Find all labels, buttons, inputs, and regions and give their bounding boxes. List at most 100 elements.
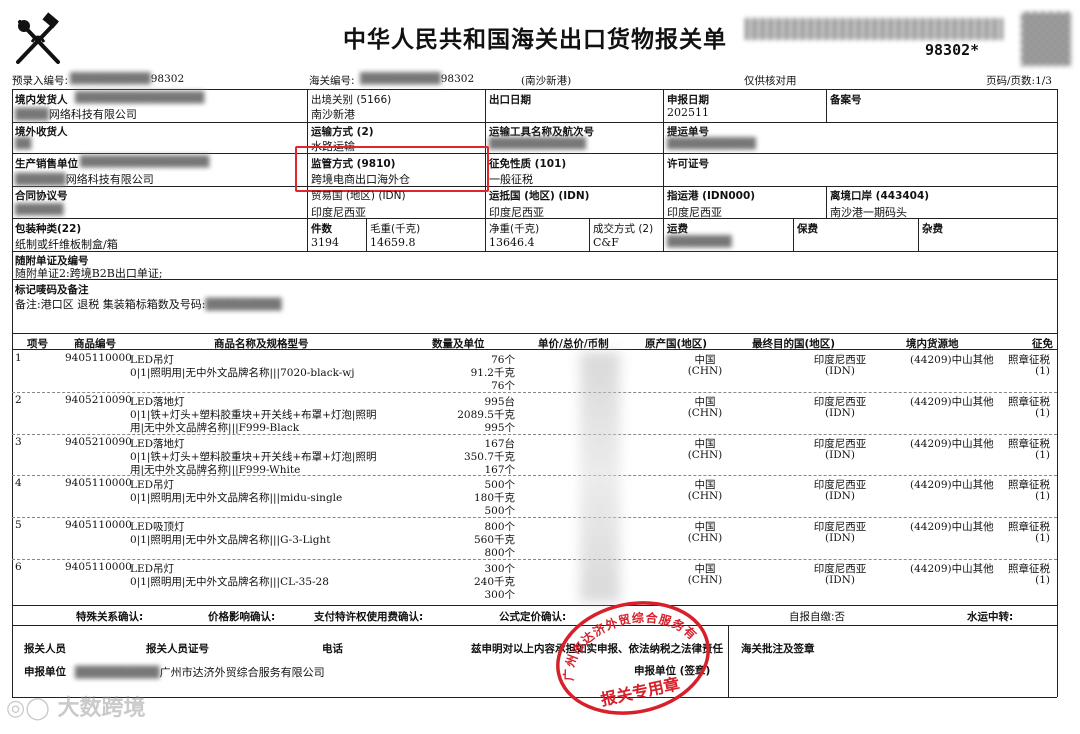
qty-3: 300个 (484, 589, 515, 601)
license-label: 许可证号 (667, 158, 709, 170)
hs-code: 9405210090 (65, 435, 132, 448)
pre-entry-blur: ██████████ (70, 73, 151, 85)
final-dest-code: (IDN) (825, 574, 855, 586)
watermark-logo-icon: ◎◯ (6, 696, 58, 721)
package-label: 包装种类(22) (15, 223, 82, 235)
package-value: 纸制或纤维板制盒/箱 (15, 238, 118, 251)
marks-label: 标记唛码及备注 (15, 284, 89, 296)
origin-code: (CHN) (687, 406, 723, 419)
item-no: 4 (15, 477, 22, 490)
overseas-consignee-value: ██ (15, 138, 32, 150)
goods-source: (44209)中山其他 (910, 437, 994, 450)
declarant-cert-label: 报关人员证号 (146, 643, 209, 655)
producer-label: 生产销售单位 (15, 158, 78, 170)
transport-mode-label: 运输方式 (2) (311, 126, 374, 138)
deal-mode-label: 成交方式 (2) (593, 223, 654, 235)
producer-code: ████████████████ (80, 156, 210, 168)
watermark-text: 大数跨境 (57, 696, 146, 721)
special-relation-confirm: 特殊关系确认: (76, 611, 144, 623)
item-no: 3 (15, 435, 22, 448)
dest-port-value: 印度尼西亚 (667, 206, 722, 219)
price-redacted (580, 352, 620, 602)
gross-weight-label: 毛重(千克) (370, 223, 421, 235)
bill-value: ███████████ (667, 138, 756, 150)
contract-label: 合同协议号 (15, 190, 68, 202)
marks-blur: █████████ (205, 298, 282, 311)
customs-note-label: 海关批注及签章 (741, 643, 815, 655)
overseas-consignee-label: 境外收货人 (15, 126, 68, 138)
declare-unit-label: 申报单位 (24, 666, 66, 678)
goods-spec: 0|1|照明用|无中外文品牌名称|||midu-single (130, 492, 343, 505)
highlight-box (295, 146, 489, 192)
origin-code: (CHN) (687, 448, 723, 461)
goods-source: (44209)中山其他 (910, 563, 994, 575)
pre-entry-value: 98302 (150, 73, 185, 85)
customs-no-blur: ██████████ (360, 73, 441, 85)
self-declare: 自报自缴:否 (789, 611, 846, 623)
producer-value: 网络科技有限公司 (65, 173, 154, 186)
declare-unit-value: 广州市达济外贸综合服务有限公司 (159, 666, 325, 679)
qty-3: 500个 (484, 505, 515, 518)
col-item-no: 项号 (27, 338, 48, 350)
final-dest-code: (IDN) (825, 532, 855, 545)
final-dest-code: (IDN) (825, 365, 855, 377)
tax-code: (1) (1035, 490, 1050, 503)
tax-nature-value: 一般征税 (489, 173, 533, 186)
stamp-outer-text: 广州市达济外贸综合服务有限公司 (532, 573, 705, 687)
hs-code: 9405110000 (65, 561, 132, 573)
item-no: 5 (15, 519, 22, 532)
tax-code: (1) (1035, 532, 1050, 545)
col-code: 商品编号 (74, 338, 116, 350)
customs-emblem-icon (10, 12, 66, 68)
export-date-label: 出口日期 (489, 94, 531, 106)
qty-3: 76个 (491, 380, 515, 392)
row-divider (12, 559, 1057, 560)
col-name: 商品名称及规格型号 (214, 338, 309, 350)
trade-country-value: 印度尼西亚 (311, 206, 366, 219)
water-transit: 水运中转: (967, 611, 1014, 623)
declare-date-value: 202511 (667, 106, 709, 119)
marks-value: 备注:港口区 退税 集装箱标箱数及号码: (15, 298, 206, 311)
customs-stamp: 广州市达济外贸综合服务有限公司 报关专用章 (532, 573, 714, 718)
qty-3: 800个 (484, 547, 515, 560)
domestic-shipper-label: 境内发货人 (15, 94, 68, 106)
deal-mode-value: C&F (593, 236, 619, 249)
attached-docs-value: 随附单证2:跨境B2B出口单证; (15, 267, 163, 280)
domestic-shipper-code: ████████████████ (75, 92, 205, 104)
page-count: 页码/页数:1/3 (986, 75, 1052, 87)
page-title: 中华人民共和国海关出口货物报关单 (343, 27, 727, 53)
row-divider (12, 517, 1057, 519)
goods-source: (44209)中山其他 (910, 479, 994, 492)
domestic-shipper-value: 网络科技有限公司 (48, 108, 137, 121)
goods-spec: 0|1|照明用|无中外文品牌名称|||CL-35-28 (130, 576, 329, 588)
qr-code (1021, 12, 1071, 66)
gross-weight-value: 14659.8 (370, 236, 416, 249)
tax-code: (1) (1035, 448, 1050, 461)
row-divider (12, 433, 1057, 435)
goods-spec-cont: 用|无中外文品牌名称|||F999-White (130, 463, 301, 476)
net-weight-value: 13646.4 (489, 236, 535, 249)
price-effect-confirm: 价格影响确认: (208, 611, 276, 623)
hs-code: 9405110000 (65, 352, 132, 364)
bill-label: 提运单号 (667, 126, 709, 138)
phone-label: 电话 (322, 643, 343, 655)
goods-source: (44209)中山其他 (910, 354, 994, 366)
declare-unit-blur: ██████████ (75, 666, 160, 679)
pieces-label: 件数 (311, 223, 332, 235)
dest-country-label: 运抵国 (地区) (IDN) (489, 190, 590, 202)
hs-code: 9405110000 (65, 519, 132, 532)
svg-text:广州市达济外贸综合服务有限公司: 广州市达济外贸综合服务有限公司 (541, 582, 705, 686)
producer-name-blur: ██████ (15, 173, 66, 186)
net-weight-label: 净重(千克) (489, 223, 540, 235)
verify-note: 仅供核对用 (744, 75, 797, 87)
record-no-label: 备案号 (830, 94, 862, 106)
tax-code: (1) (1035, 365, 1050, 377)
freight-value: ████████ (667, 236, 732, 248)
hs-code: 9405210090 (65, 393, 132, 406)
col-tax: 征免 (1032, 338, 1053, 350)
dest-port-label: 指运港 (IDN000) (667, 190, 756, 202)
exit-port-label: 离境口岸 (443404) (830, 190, 930, 202)
declarant-label: 报关人员 (24, 643, 66, 655)
col-origin: 原产国(地区) (645, 338, 708, 350)
hs-code: 9405110000 (65, 477, 132, 490)
